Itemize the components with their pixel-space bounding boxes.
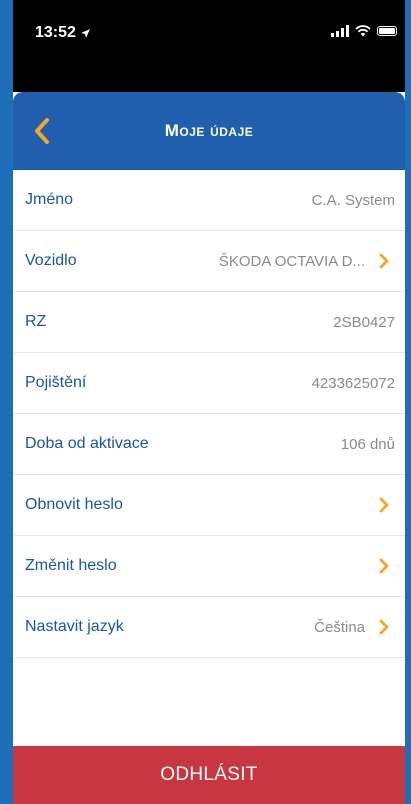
nav-bar: Moje údaje xyxy=(13,92,405,170)
row-label: RZ xyxy=(25,313,47,330)
row-activation-time: Doba od aktivace 106 dnů xyxy=(13,414,405,475)
row-value: 4233625072 xyxy=(311,374,395,392)
row-label: Vozidlo xyxy=(25,252,77,269)
row-label: Pojištění xyxy=(25,374,87,391)
status-icons xyxy=(331,25,397,37)
settings-list: Jméno C.A. System Vozidlo ŠKODA OCTAVIA … xyxy=(13,170,405,658)
row-value: 106 dnů xyxy=(340,435,395,453)
row-value: ŠKODA OCTAVIA D... xyxy=(218,252,365,270)
row-insurance: Pojištění 4233625072 xyxy=(13,353,405,414)
wifi-icon xyxy=(355,25,371,37)
chevron-right-icon xyxy=(373,250,395,272)
row-name: Jméno C.A. System xyxy=(13,170,405,231)
row-change-password[interactable]: Změnit heslo xyxy=(13,536,405,597)
chevron-right-icon xyxy=(373,616,395,638)
cellular-signal-icon xyxy=(331,25,349,37)
battery-icon xyxy=(377,26,397,36)
page-title: Moje údaje xyxy=(164,121,254,140)
row-label: Nastavit jazyk xyxy=(25,618,124,635)
location-arrow-icon xyxy=(81,28,90,38)
row-label: Doba od aktivace xyxy=(25,435,149,452)
chevron-right-icon xyxy=(373,555,395,577)
row-reset-password[interactable]: Obnovit heslo xyxy=(13,475,405,536)
status-bar: 13:52 xyxy=(13,0,405,92)
row-value: C.A. System xyxy=(311,191,395,209)
row-value: Čeština xyxy=(314,618,365,636)
row-label: Změnit heslo xyxy=(25,557,117,574)
row-label: Obnovit heslo xyxy=(25,496,123,513)
logout-button[interactable]: ODHLÁSIT xyxy=(13,746,405,804)
row-plate: RZ 2SB0427 xyxy=(13,292,405,353)
row-language[interactable]: Nastavit jazyk Čeština xyxy=(13,597,405,658)
clock-label: 13:52 xyxy=(35,24,76,41)
row-label: Jméno xyxy=(25,191,74,208)
row-value: 2SB0427 xyxy=(333,313,395,331)
row-vehicle[interactable]: Vozidlo ŠKODA OCTAVIA D... xyxy=(13,231,405,292)
status-time: 13:52 xyxy=(35,24,91,42)
chevron-left-icon xyxy=(35,118,49,144)
back-button[interactable] xyxy=(27,114,57,148)
app-screen: 13:52 Moje údaje Jméno C.A. System Vozid… xyxy=(13,0,405,804)
chevron-right-icon xyxy=(373,494,395,516)
